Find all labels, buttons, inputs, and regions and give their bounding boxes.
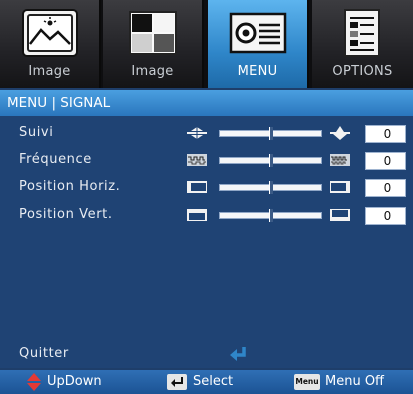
footer-menu-off-label: Menu Off (325, 374, 385, 389)
up-down-arrows-icon (27, 373, 41, 391)
setting-row-h-position[interactable]: Position Horiz. 0 (0, 176, 413, 200)
tracking-slider[interactable] (219, 127, 322, 140)
tracking-plus-icon[interactable] (329, 126, 351, 140)
tracking-minus-icon[interactable] (186, 126, 208, 140)
frequency-minus-icon[interactable] (186, 153, 208, 167)
menu-key-icon: Menu (294, 374, 320, 390)
v-position-slider[interactable] (219, 209, 322, 222)
tab-label: OPTIONS (332, 64, 393, 79)
v-position-up-icon[interactable] (329, 208, 351, 222)
frequency-slider[interactable] (219, 154, 322, 167)
tab-bar: Image Image MENU OPTIONS (0, 0, 413, 88)
v-position-down-icon[interactable] (186, 208, 208, 222)
quit-label: Quitter (19, 346, 69, 361)
image-contrast-icon (129, 11, 177, 55)
breadcrumb: MENU | SIGNAL (0, 90, 413, 116)
projector-icon (229, 12, 287, 54)
setting-row-v-position[interactable]: Position Vert. 0 (0, 204, 413, 228)
frequency-value[interactable]: 0 (365, 152, 406, 170)
tab-image-1[interactable]: Image (0, 0, 101, 88)
enter-key-icon (167, 374, 187, 390)
footer-hint-bar: UpDown Select Menu Menu Off (0, 370, 413, 394)
tab-menu[interactable]: MENU (208, 0, 309, 88)
image-landscape-icon (22, 9, 78, 57)
h-position-slider[interactable] (219, 181, 322, 194)
tab-options[interactable]: OPTIONS (312, 0, 413, 88)
enter-return-icon (230, 347, 246, 361)
tab-label: Image (28, 64, 71, 79)
h-position-value[interactable]: 0 (365, 179, 406, 197)
tab-label: Image (131, 64, 174, 79)
options-settings-icon (344, 9, 380, 57)
slider-knob[interactable] (269, 154, 273, 167)
tab-image-2[interactable]: Image (103, 0, 204, 88)
setting-label: Position Vert. (19, 207, 113, 222)
setting-label: Fréquence (19, 152, 92, 167)
frequency-plus-icon[interactable] (329, 153, 351, 167)
h-position-left-icon[interactable] (186, 180, 208, 194)
slider-knob[interactable] (269, 209, 273, 222)
v-position-value[interactable]: 0 (365, 207, 406, 225)
footer-updown-label: UpDown (47, 374, 102, 389)
setting-row-frequency[interactable]: Fréquence 0 (0, 149, 413, 173)
setting-row-tracking[interactable]: Suivi 0 (0, 122, 413, 146)
h-position-right-icon[interactable] (329, 180, 351, 194)
tab-label: MENU (237, 64, 278, 79)
settings-panel: Suivi 0 Fréquence 0 Position Horiz. 0 Po… (0, 116, 413, 368)
footer-select-label: Select (193, 374, 234, 389)
slider-knob[interactable] (269, 181, 273, 194)
slider-knob[interactable] (269, 127, 273, 140)
setting-label: Position Horiz. (19, 179, 121, 194)
setting-label: Suivi (19, 125, 54, 140)
osd-menu: Image Image MENU OPTIONS MENU | SIGNAL S… (0, 0, 413, 394)
quit-row[interactable]: Quitter (0, 344, 413, 368)
tracking-value[interactable]: 0 (365, 125, 406, 143)
